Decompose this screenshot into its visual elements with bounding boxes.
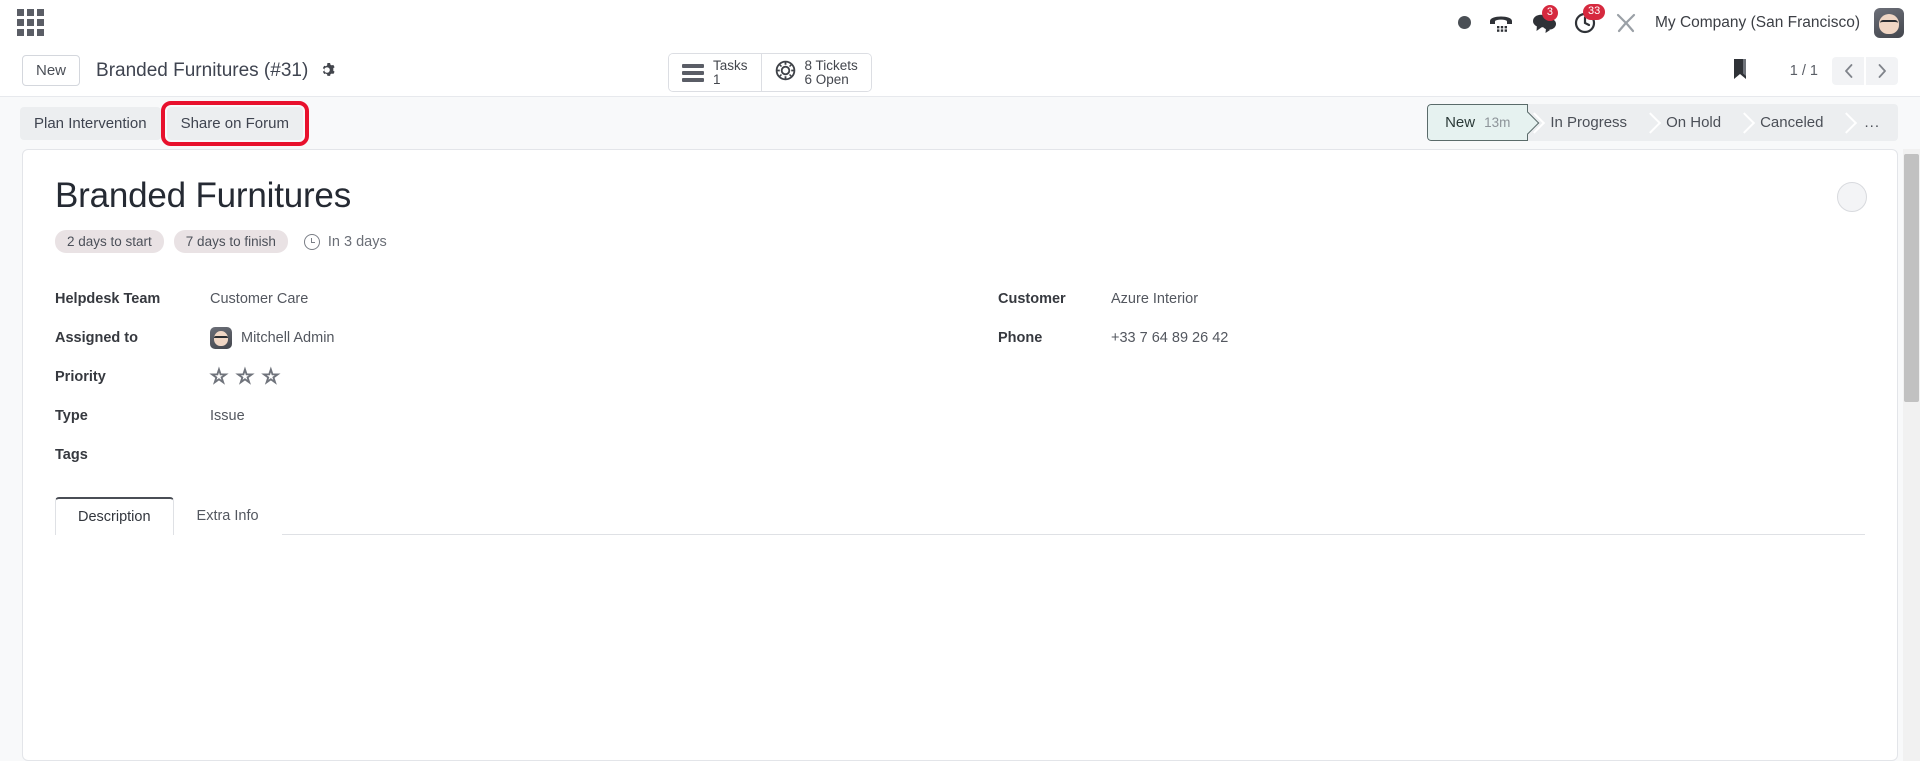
- notebook-page-description[interactable]: [55, 535, 1865, 625]
- stat-tasks-label: Tasks: [713, 57, 748, 73]
- field-type: Type Issue: [55, 396, 960, 435]
- vertical-scrollbar[interactable]: [1903, 149, 1920, 761]
- sla-pill-finish: 7 days to finish: [173, 230, 288, 253]
- messages-badge: 3: [1541, 4, 1558, 21]
- stat-button-tasks[interactable]: Tasks 1: [669, 54, 761, 91]
- field-value[interactable]: Customer Care: [210, 291, 308, 307]
- company-switcher[interactable]: My Company (San Francisco): [1655, 14, 1860, 32]
- field-value-wrapper[interactable]: Mitchell Admin: [210, 326, 335, 349]
- star-icon[interactable]: ☆: [209, 366, 228, 387]
- lifebuoy-ticket-icon: [775, 60, 796, 86]
- star-icon[interactable]: ☆: [261, 366, 280, 387]
- top-navbar: 3 33 My Company (San Francisco): [0, 0, 1920, 45]
- pager-area: 1 / 1: [1730, 45, 1898, 97]
- stage-in-progress[interactable]: In Progress: [1528, 104, 1644, 141]
- field-helpdesk-team: Helpdesk Team Customer Care: [55, 279, 960, 318]
- bookmark-icon[interactable]: [1730, 57, 1750, 86]
- systray: 3 33: [1457, 3, 1637, 35]
- field-label: Assigned to: [55, 329, 138, 346]
- activities-badge: 33: [1582, 3, 1606, 20]
- field-phone: Phone +33 7 64 89 26 42: [998, 318, 1865, 357]
- field-tags: Tags: [55, 435, 960, 474]
- avatar[interactable]: [1874, 7, 1904, 38]
- stage-on-hold[interactable]: On Hold: [1644, 104, 1738, 141]
- pager-value[interactable]: 1 / 1: [1790, 63, 1818, 79]
- stat-buttons: Tasks 1 8 Tickets 6 Open: [668, 53, 872, 92]
- presence-dot-icon[interactable]: [1457, 16, 1471, 29]
- stage-new-label: New: [1445, 114, 1476, 131]
- scrollbar-thumb[interactable]: [1904, 154, 1919, 402]
- clock-icon: [303, 233, 320, 250]
- field-label: Helpdesk Team: [55, 290, 161, 307]
- field-value[interactable]: +33 7 64 89 26 42: [1111, 330, 1228, 346]
- gear-icon[interactable]: [319, 62, 335, 82]
- statusbar: New 13m In Progress On Hold Canceled ...: [1427, 104, 1898, 141]
- field-value[interactable]: Issue: [210, 408, 245, 424]
- field-value-wrapper: ☆ ☆ ☆: [209, 366, 280, 387]
- activities-clock-icon[interactable]: 33: [1574, 3, 1606, 35]
- pager-previous-button[interactable]: [1832, 57, 1864, 85]
- form-column-left: Helpdesk Team Customer Care Assigned to …: [55, 279, 960, 474]
- stat-tasks-count: 1: [713, 71, 721, 87]
- assignee-name: Mitchell Admin: [241, 329, 335, 346]
- stage-more-button[interactable]: ...: [1840, 104, 1898, 141]
- stage-new[interactable]: New 13m: [1427, 104, 1529, 141]
- form-grid: Helpdesk Team Customer Care Assigned to …: [55, 279, 1865, 474]
- field-label: Customer: [998, 290, 1066, 307]
- pill-row: 2 days to start 7 days to finish In 3 da…: [55, 230, 1865, 253]
- new-button[interactable]: New: [22, 54, 81, 87]
- tab-description[interactable]: Description: [55, 497, 174, 535]
- breadcrumb[interactable]: Branded Furnitures (#31): [96, 60, 308, 82]
- page-title: Branded Furnitures: [55, 176, 352, 215]
- deadline-label: In 3 days: [327, 233, 387, 250]
- field-label: Tags: [55, 446, 88, 463]
- stage-canceled[interactable]: Canceled: [1738, 104, 1840, 141]
- action-row: Plan Intervention Share on Forum New 13m…: [0, 97, 1920, 149]
- stat-tickets-open: 6 Open: [804, 71, 849, 87]
- record-sheet: Branded Furnitures 2 days to start 7 day…: [22, 149, 1898, 761]
- plan-intervention-button[interactable]: Plan Intervention: [20, 106, 161, 140]
- control-panel: New Branded Furnitures (#31) Tasks 1 8 T…: [0, 45, 1920, 97]
- field-assigned-to: Assigned to Mitchell Admin: [55, 318, 960, 357]
- sla-pill-start: 2 days to start: [55, 230, 164, 253]
- tasks-list-icon: [682, 63, 704, 82]
- field-priority: Priority ☆ ☆ ☆: [55, 357, 960, 396]
- stat-tickets-label: 8 Tickets: [804, 57, 858, 73]
- field-label: Type: [55, 407, 88, 424]
- pager-next-button[interactable]: [1866, 57, 1898, 85]
- stage-new-duration: 13m: [1484, 115, 1511, 130]
- field-value[interactable]: Azure Interior: [1111, 291, 1198, 307]
- notebook: Description Extra Info: [55, 496, 1865, 625]
- field-customer: Customer Azure Interior: [998, 279, 1865, 318]
- apps-grid-icon[interactable]: [16, 9, 44, 37]
- voip-phone-icon[interactable]: [1488, 12, 1514, 34]
- notebook-tabs: Description Extra Info: [55, 496, 1865, 535]
- assignee-avatar-icon: [210, 326, 232, 349]
- sheet-wrapper: Branded Furnitures 2 days to start 7 day…: [0, 149, 1920, 761]
- form-column-right: Customer Azure Interior Phone +33 7 64 8…: [960, 279, 1865, 474]
- messages-icon[interactable]: 3: [1531, 4, 1558, 34]
- avatar-placeholder[interactable]: [1837, 182, 1867, 212]
- stat-button-tickets[interactable]: 8 Tickets 6 Open: [760, 54, 871, 91]
- tools-icon[interactable]: [1615, 12, 1637, 34]
- star-icon[interactable]: ☆: [235, 366, 254, 387]
- share-on-forum-button[interactable]: Share on Forum: [160, 100, 309, 146]
- tab-extra-info[interactable]: Extra Info: [173, 497, 282, 535]
- field-label: Priority: [55, 368, 106, 385]
- deadline-indicator: In 3 days: [303, 233, 387, 250]
- field-label: Phone: [998, 329, 1043, 346]
- priority-stars: ☆ ☆ ☆: [209, 366, 280, 387]
